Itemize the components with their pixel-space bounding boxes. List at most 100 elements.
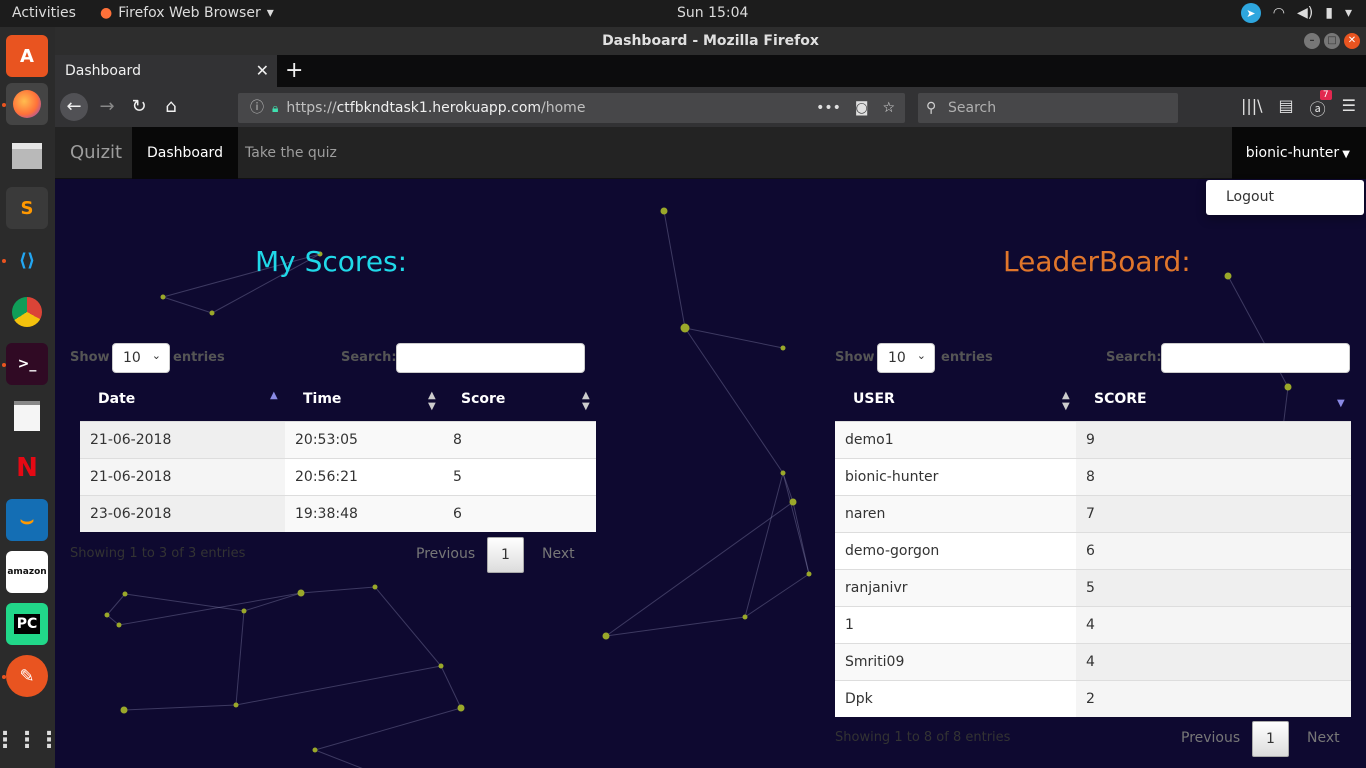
app-menu[interactable]: ● Firefox Web Browser ▾ <box>100 5 274 21</box>
sorted-column-shade <box>1076 533 1351 570</box>
next-button[interactable]: Next <box>542 546 575 562</box>
inkscape-icon[interactable]: ✎ <box>6 655 48 697</box>
table-row: bionic-hunter 8 <box>835 458 1351 496</box>
entries-label: entries <box>173 350 225 365</box>
home-icon[interactable]: ⌂ <box>157 93 185 121</box>
table-cell: 23-06-2018 <box>90 506 172 522</box>
entries-select[interactable]: 10 ⌄ <box>112 343 170 373</box>
logout-link[interactable]: Logout <box>1226 189 1274 205</box>
clock[interactable]: Sun 15:04 <box>677 5 748 21</box>
terminal-icon[interactable]: >_ <box>6 343 48 385</box>
table-cell: 2 <box>1086 691 1095 707</box>
network-node <box>1224 272 1232 280</box>
window-titlebar[interactable]: Dashboard - Mozilla Firefox – □ ✕ <box>55 27 1366 55</box>
entries-select[interactable]: 10 ⌄ <box>877 343 935 373</box>
chrome-icon[interactable] <box>6 291 48 333</box>
table-cell: 1 <box>845 617 854 633</box>
url-bar[interactable]: ⓘ 🔒︎ https://ctfbkndtask1.herokuapp.com/… <box>238 93 905 123</box>
amazon-icon[interactable]: ⌣ <box>6 499 48 541</box>
tab-dashboard[interactable]: Dashboard ✕ <box>55 55 277 87</box>
bookmark-star-icon[interactable]: ☆ <box>882 93 895 123</box>
firefox-icon[interactable] <box>6 83 48 125</box>
entries-select-value: 10 <box>888 350 906 366</box>
reload-icon[interactable]: ↻ <box>125 93 153 121</box>
sort-asc-icon[interactable]: ▲ <box>270 390 278 401</box>
search-label: Search: <box>341 350 397 365</box>
previous-button[interactable]: Previous <box>416 546 475 562</box>
page-1-button[interactable]: 1 <box>1252 721 1289 757</box>
nav-dashboard[interactable]: Dashboard <box>132 127 238 179</box>
table-cell: 8 <box>453 432 462 448</box>
network-node <box>680 323 690 333</box>
network-node <box>122 591 128 597</box>
sublime-text-icon[interactable]: S <box>6 187 48 229</box>
sort-icon[interactable]: ▲ ▼ <box>582 390 590 412</box>
table-cell: demo1 <box>845 432 894 448</box>
forward-icon[interactable]: → <box>93 93 121 121</box>
leaderboard-heading: LeaderBoard: <box>1003 245 1191 278</box>
network-node <box>116 622 122 628</box>
sort-desc-icon[interactable]: ▼ <box>1337 398 1345 409</box>
files-icon[interactable] <box>6 135 48 177</box>
amazon-addon-icon[interactable]: ⓐ 7 <box>1310 90 1332 120</box>
netflix-icon[interactable]: N <box>6 447 48 489</box>
col-user[interactable]: USER <box>853 391 895 407</box>
minimize-icon[interactable]: – <box>1304 33 1320 49</box>
table-cell: naren <box>845 506 886 522</box>
text-editor-icon[interactable] <box>6 395 48 437</box>
menu-icon[interactable]: ☰ <box>1342 96 1356 120</box>
back-icon[interactable]: ← <box>60 93 88 121</box>
amazon-app-icon[interactable]: amazon <box>6 551 48 593</box>
table-cell: 4 <box>1086 617 1095 633</box>
system-tray[interactable]: ➤ ◠ ◀) ▮ ▾ <box>1240 3 1352 23</box>
pycharm-icon[interactable]: PC <box>6 603 48 645</box>
sidebar-icon[interactable]: ▤ <box>1279 96 1294 120</box>
user-menu[interactable]: bionic-hunter ▼ <box>1231 127 1366 179</box>
previous-button[interactable]: Previous <box>1181 730 1240 746</box>
sorted-column-shade <box>1076 496 1351 533</box>
app-grid-icon[interactable]: ⋮⋮⋮ <box>0 719 60 761</box>
network-line <box>123 704 237 711</box>
battery-icon: ▮ <box>1325 5 1333 21</box>
table-cell: demo-gorgon <box>845 543 940 559</box>
next-button[interactable]: Next <box>1307 730 1340 746</box>
info-icon[interactable]: ⓘ <box>250 93 264 123</box>
nav-take-quiz[interactable]: Take the quiz <box>230 127 352 179</box>
sorted-column-shade <box>1076 459 1351 496</box>
chevron-down-icon: ▾ <box>1344 5 1352 21</box>
network-node <box>104 612 110 618</box>
activities-button[interactable]: Activities <box>12 5 76 21</box>
library-icon[interactable]: |||\ <box>1241 96 1263 120</box>
app-navbar: Quizit Dashboard Take the quiz bionic-hu… <box>55 127 1366 179</box>
close-tab-icon[interactable]: ✕ <box>256 61 269 80</box>
network-node <box>660 207 668 215</box>
page-1-button[interactable]: 1 <box>487 537 524 573</box>
search-input[interactable]: ⚲ Search <box>918 93 1178 123</box>
network-line <box>684 327 784 349</box>
new-tab-icon[interactable]: + <box>285 58 303 83</box>
maximize-icon[interactable]: □ <box>1324 33 1340 49</box>
network-line <box>314 707 462 751</box>
vscode-icon[interactable]: ⟨⟩ <box>6 239 48 281</box>
brand-logo[interactable]: Quizit <box>70 142 122 163</box>
wifi-icon: ◠ <box>1272 5 1286 21</box>
pocket-icon[interactable]: ◙ <box>855 93 869 123</box>
col-score[interactable]: Score <box>461 391 505 407</box>
col-score[interactable]: SCORE <box>1094 391 1147 407</box>
telegram-icon[interactable]: ➤ <box>1240 3 1261 23</box>
table-cell: 8 <box>1086 469 1095 485</box>
software-center-icon[interactable]: A <box>6 35 48 77</box>
app-menu-label: Firefox Web Browser <box>118 5 261 21</box>
table-row: naren 7 <box>835 495 1351 533</box>
col-date[interactable]: Date <box>98 391 135 407</box>
page-actions-icon[interactable]: ••• <box>816 93 841 123</box>
table-cell: 6 <box>1086 543 1095 559</box>
sort-icon[interactable]: ▲ ▼ <box>1062 390 1070 412</box>
leaderboard-search-input[interactable] <box>1161 343 1350 373</box>
my-scores-search-input[interactable] <box>396 343 585 373</box>
col-time[interactable]: Time <box>303 391 341 407</box>
entries-select-value: 10 <box>123 350 141 366</box>
close-icon[interactable]: ✕ <box>1344 33 1360 49</box>
network-node <box>806 571 812 577</box>
sort-icon[interactable]: ▲ ▼ <box>428 390 436 412</box>
